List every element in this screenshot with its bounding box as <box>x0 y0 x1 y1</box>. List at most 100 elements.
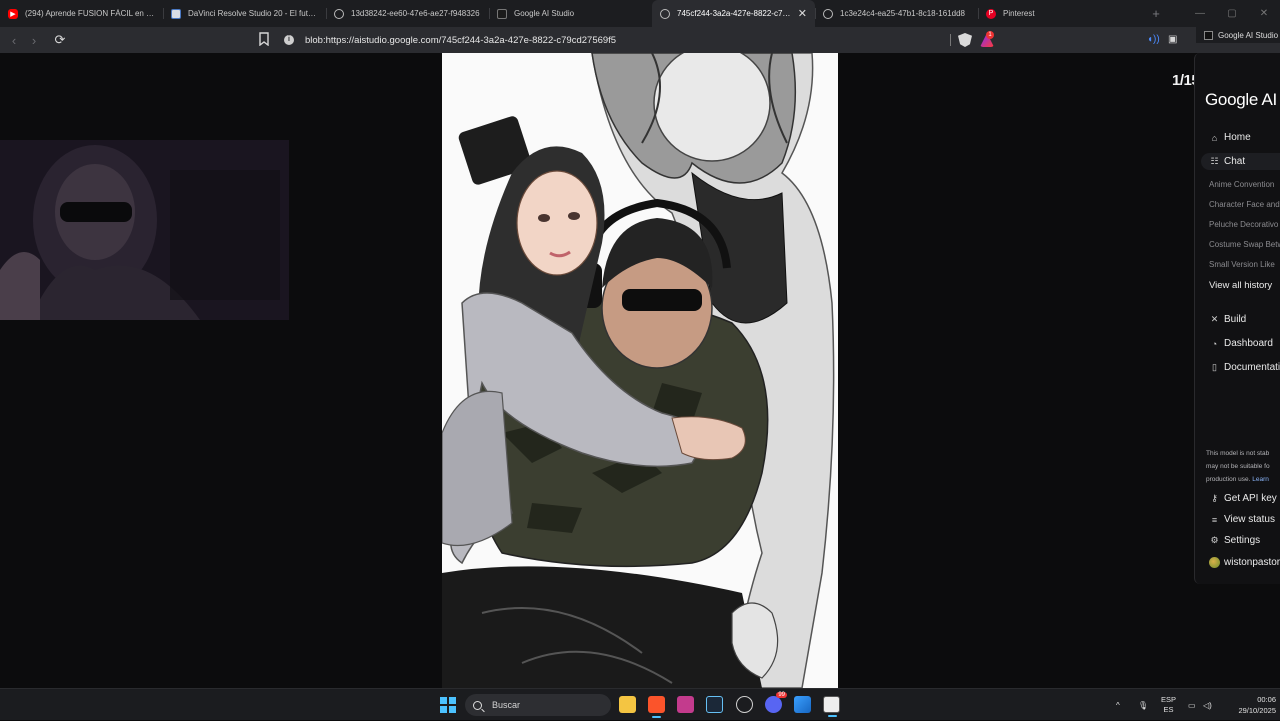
brave-shields-icon[interactable] <box>958 33 972 47</box>
avatar <box>1209 557 1220 568</box>
site-info-icon[interactable]: i <box>284 35 294 45</box>
sidebar-toggle-icon[interactable]: ▣ <box>1168 34 1177 45</box>
new-tab-button[interactable]: + <box>1141 6 1171 21</box>
volume-icon[interactable]: ◁) <box>1203 689 1212 721</box>
nav-label: Build <box>1224 314 1247 325</box>
nav-documentation[interactable]: ▯ Documentation <box>1209 362 1280 373</box>
back-icon[interactable]: ‹ <box>4 33 24 48</box>
history-item[interactable]: Anime Convention <box>1209 180 1274 189</box>
settings-button[interactable]: ⚙ Settings <box>1209 535 1260 546</box>
reload-icon[interactable]: ⟳ <box>50 32 70 48</box>
globe-icon <box>334 8 344 19</box>
microphone-icon[interactable]: 🎙 <box>1138 689 1148 721</box>
nav-home[interactable]: ⌂ Home <box>1209 132 1251 143</box>
chatgpt-icon[interactable] <box>736 696 753 713</box>
history-item[interactable]: Small Version Like <box>1209 260 1275 269</box>
tab-label: 13d38242-ee60-47e6-ae27-f948326 <box>351 9 480 18</box>
pinterest-icon: P <box>986 8 996 19</box>
nav-label: Settings <box>1224 535 1261 546</box>
image-viewer: 1/15 <box>0 53 1280 688</box>
get-api-key-button[interactable]: ⚷ Get API key <box>1209 493 1277 504</box>
account-name: wistonpastor <box>1224 557 1280 568</box>
close-tab-icon[interactable]: ✕ <box>798 7 807 20</box>
popout-window-title: Google AI Studio <box>1218 30 1279 40</box>
nav-dashboard[interactable]: ◔ Dashboard <box>1209 338 1273 349</box>
google-ai-studio-icon <box>1204 30 1213 40</box>
tab-label: Pinterest <box>1003 9 1035 18</box>
nav-label: Documentation <box>1224 362 1280 373</box>
paint-app-icon[interactable] <box>794 696 811 713</box>
nav-build[interactable]: ✕ Build <box>1209 314 1247 325</box>
tab-pinterest[interactable]: P Pinterest <box>978 0 1141 27</box>
windows-start-icon[interactable] <box>440 697 456 713</box>
nav-label: Chat <box>1224 156 1246 167</box>
tab-google-ai-studio[interactable]: Google AI Studio <box>489 0 652 27</box>
tab-label: (294) Aprende FUSION FÁCIL en Davinci <box>25 9 155 18</box>
google-ai-studio-icon <box>497 8 507 19</box>
history-item[interactable]: Peluche Decorativo <box>1209 220 1278 229</box>
display-icon[interactable]: ▭ <box>1188 689 1196 721</box>
minimize-icon[interactable]: — <box>1184 0 1216 27</box>
davinci-app-icon[interactable] <box>677 696 694 713</box>
discord-badge: 99 <box>776 692 787 698</box>
webcam-overlay <box>0 140 289 320</box>
notepad-icon[interactable] <box>823 696 840 717</box>
nav-chat[interactable]: ☷ Chat <box>1201 153 1280 170</box>
nav-label: Dashboard <box>1224 338 1273 349</box>
tab-blob-2[interactable]: 1c3e24c4-ea25-47b1-8c18-161dd8 <box>815 0 978 27</box>
status-icon: ≡ <box>1211 514 1218 525</box>
tab-davinci-doc[interactable]: DaVinci Resolve Studio 20 - El futuro <box>163 0 326 27</box>
tab-blob-1[interactable]: 13d38242-ee60-47e6-ae27-f948326 <box>326 0 489 27</box>
view-status-button[interactable]: ≡ View status <box>1209 514 1275 525</box>
maximize-icon[interactable]: ▢ <box>1216 0 1248 27</box>
close-window-icon[interactable]: ✕ <box>1248 0 1280 27</box>
nav-label: Home <box>1224 132 1251 143</box>
discord-icon[interactable]: 99 <box>765 692 787 713</box>
note-line: may not be suitable fo <box>1206 463 1270 470</box>
time: 00:06 <box>1257 695 1276 704</box>
history-item[interactable]: Costume Swap Betw <box>1209 240 1280 249</box>
tab-label: 1c3e24c4-ea25-47b1-8c18-161dd8 <box>840 9 965 18</box>
nav-label: Get API key <box>1224 493 1277 504</box>
tab-youtube[interactable]: ▶ (294) Aprende FUSION FÁCIL en Davinci <box>0 0 163 27</box>
note-line: production use. <box>1206 476 1251 483</box>
file-explorer-icon[interactable] <box>619 696 636 713</box>
popout-window-header[interactable]: Google AI Studio <box>1196 27 1280 43</box>
google-ai-logo: Google AI <box>1205 90 1277 109</box>
ai-studio-sidebar: Google AI ⌂ Home ☷ Chat Anime Convention… <box>1194 53 1280 584</box>
language-indicator[interactable]: ESP ES <box>1161 695 1176 715</box>
history-item[interactable]: Character Face and <box>1209 200 1280 209</box>
date: 29/10/2025 <box>1238 706 1276 715</box>
taskbar-search[interactable]: Buscar <box>465 694 611 716</box>
tab-blob-active[interactable]: 745cf244-3a2a-427e-8822-c79cd ✕ <box>652 0 815 27</box>
clock[interactable]: 00:06 29/10/2025 <box>1226 694 1276 716</box>
settings-icon: ⚙ <box>1210 535 1219 545</box>
audio-icon[interactable]: ◖)) <box>1147 34 1160 45</box>
forward-icon[interactable]: › <box>24 33 44 48</box>
manga-illustration <box>442 53 838 688</box>
document-icon <box>171 8 181 19</box>
view-all-history-link[interactable]: View all history <box>1209 280 1272 291</box>
search-icon <box>473 700 482 710</box>
url-field[interactable]: i blob:https://aistudio.google.com/745cf… <box>284 31 954 49</box>
nav-label: View status <box>1224 514 1275 525</box>
url-text: blob:https://aistudio.google.com/745cf24… <box>305 34 617 46</box>
brave-browser-icon[interactable] <box>648 696 665 718</box>
build-icon: ✕ <box>1210 314 1219 324</box>
show-hidden-icons[interactable]: ^ <box>1116 689 1120 721</box>
globe-icon <box>660 8 670 19</box>
lang-top: ESP <box>1161 695 1177 704</box>
generated-image <box>442 53 838 688</box>
bookmark-icon[interactable] <box>258 32 270 46</box>
taskbar: Buscar 99 ^ 🎙 ESP ES ▭ ◁) 00:06 29/10/20… <box>0 688 1280 720</box>
model-warning-note: This model is not stab may not be suitab… <box>1206 447 1280 486</box>
youtube-icon: ▶ <box>8 8 18 19</box>
tab-label: 745cf244-3a2a-427e-8822-c79cd <box>677 9 792 18</box>
search-placeholder: Buscar <box>492 700 521 710</box>
learn-more-link[interactable]: Learn <box>1252 476 1269 483</box>
steam-icon[interactable] <box>706 696 723 713</box>
address-bar: ‹ › ⟳ i blob:https://aistudio.google.com… <box>0 27 1280 53</box>
note-line: This model is not stab <box>1206 450 1270 457</box>
account-button[interactable]: wistonpastor <box>1209 557 1280 568</box>
home-icon: ⌂ <box>1211 132 1218 143</box>
